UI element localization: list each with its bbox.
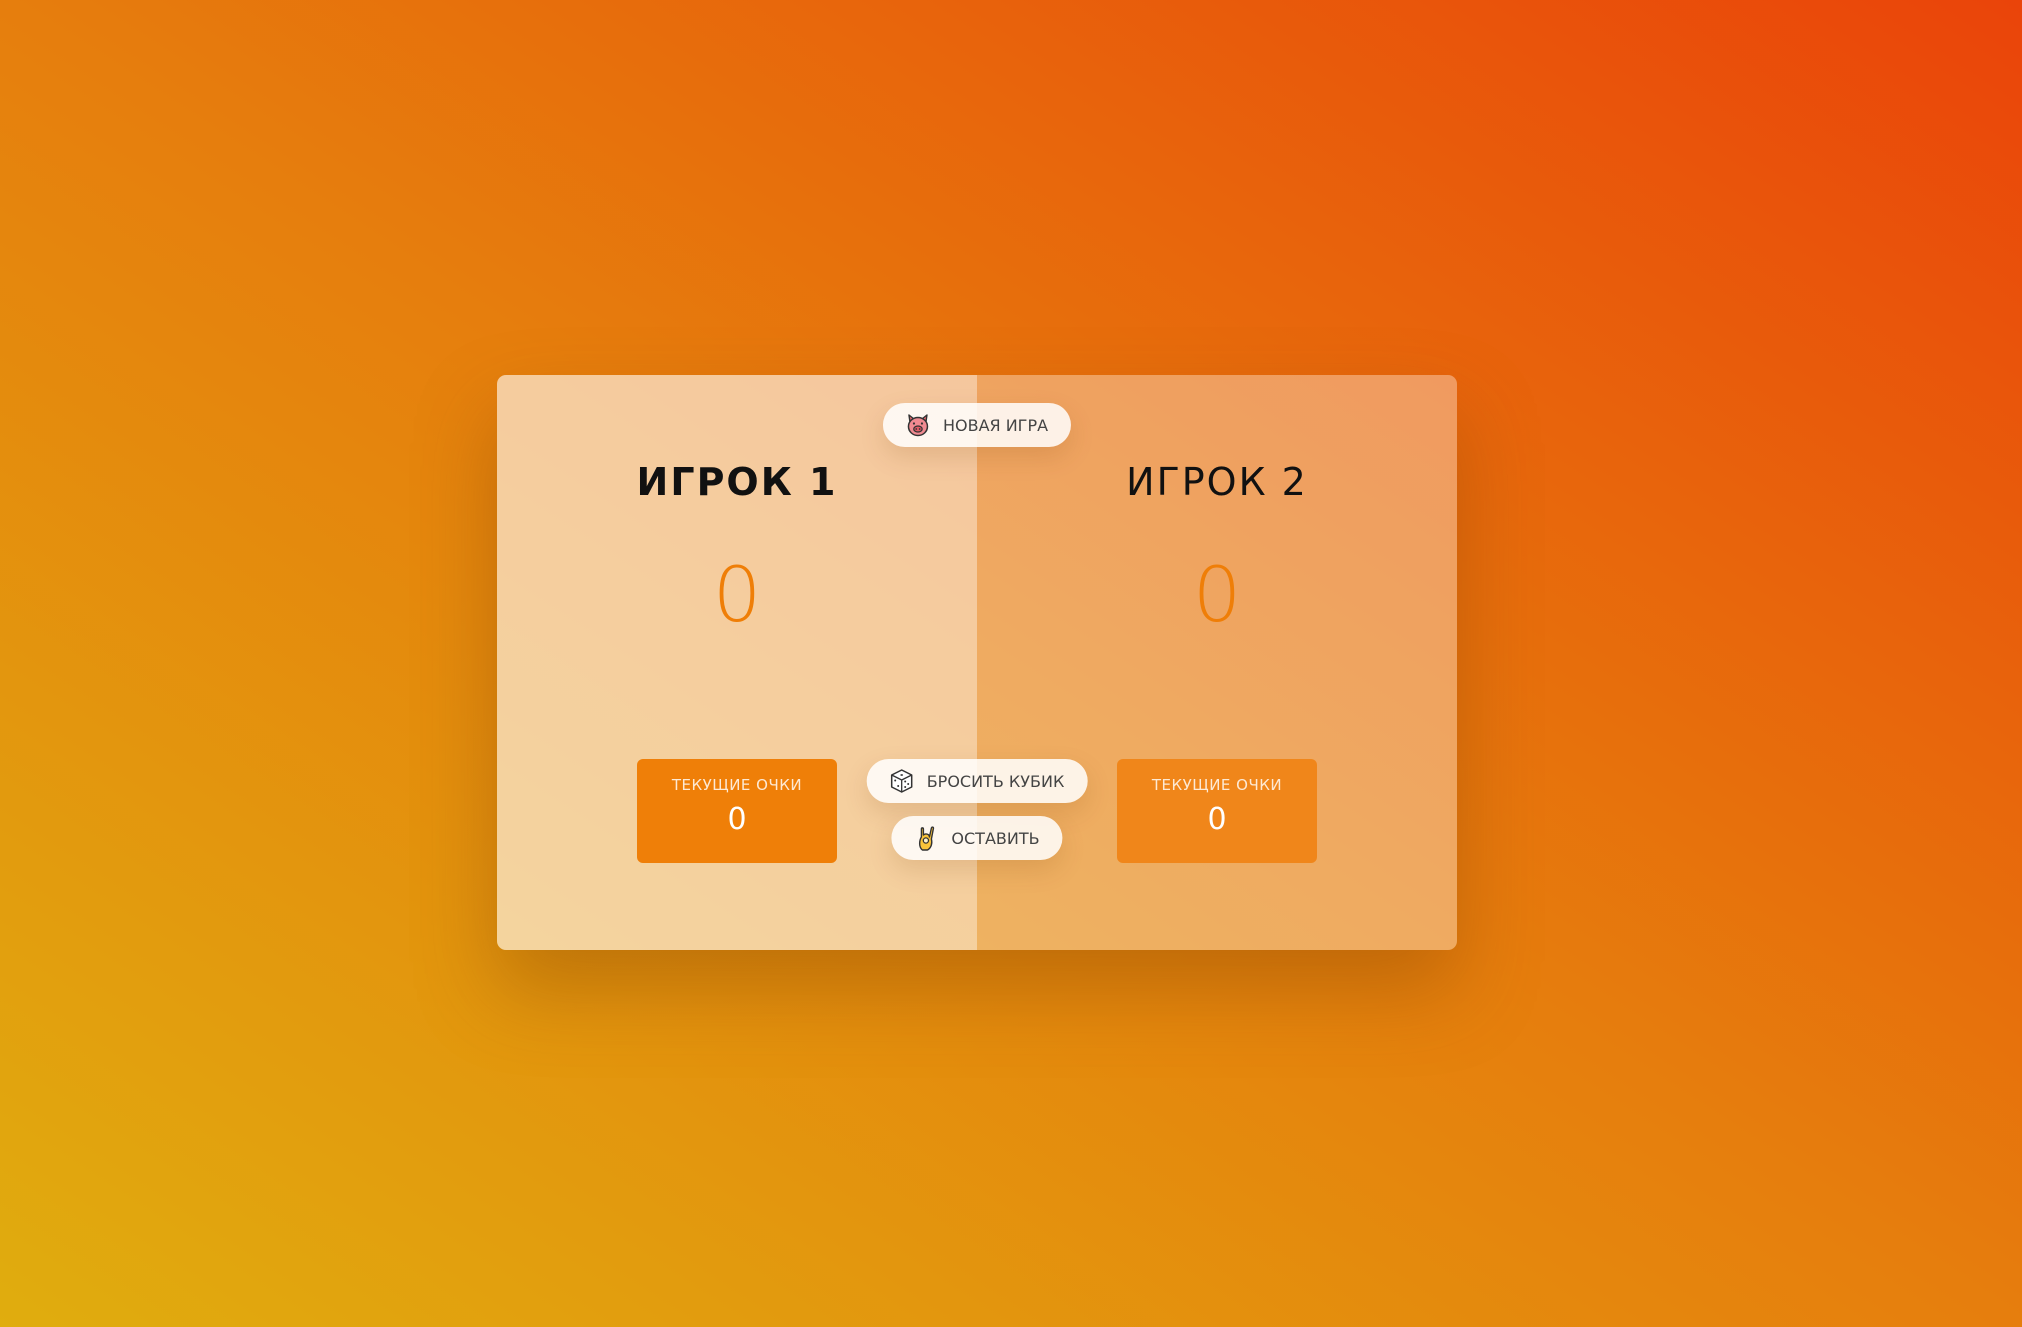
roll-dice-button[interactable]: Бросить кубик [866, 759, 1088, 803]
player-2-current-label: Текущие очки [1151, 776, 1283, 794]
player-1-name: Игрок 1 [636, 460, 838, 504]
player-1-current-score: 0 [727, 802, 747, 837]
hold-button[interactable]: Оставить [891, 816, 1063, 860]
dice-icon [889, 768, 915, 794]
player-2-name: Игрок 2 [1126, 460, 1308, 504]
player-1-current-label: Текущие очки [671, 776, 803, 794]
player-2-current-box: Текущие очки 0 [1117, 759, 1317, 863]
player-1-current-box: Текущие очки 0 [637, 759, 837, 863]
player-2-panel: Игрок 2 0 Текущие очки 0 [977, 375, 1457, 950]
new-game-button[interactable]: Новая игра [882, 403, 1072, 447]
new-game-label: Новая игра [942, 415, 1049, 435]
player-1-total-score: 0 [712, 549, 762, 639]
pig-icon [905, 412, 931, 438]
roll-dice-label: Бросить кубик [926, 771, 1065, 791]
hold-label: Оставить [951, 828, 1040, 848]
game-board: Игрок 1 0 Текущие очки 0 Игрок 2 0 Текущ… [497, 375, 1457, 950]
player-1-panel: Игрок 1 0 Текущие очки 0 [497, 375, 977, 950]
player-2-total-score: 0 [1192, 549, 1242, 639]
ok-hand-icon [913, 825, 939, 851]
player-2-current-score: 0 [1207, 802, 1227, 837]
